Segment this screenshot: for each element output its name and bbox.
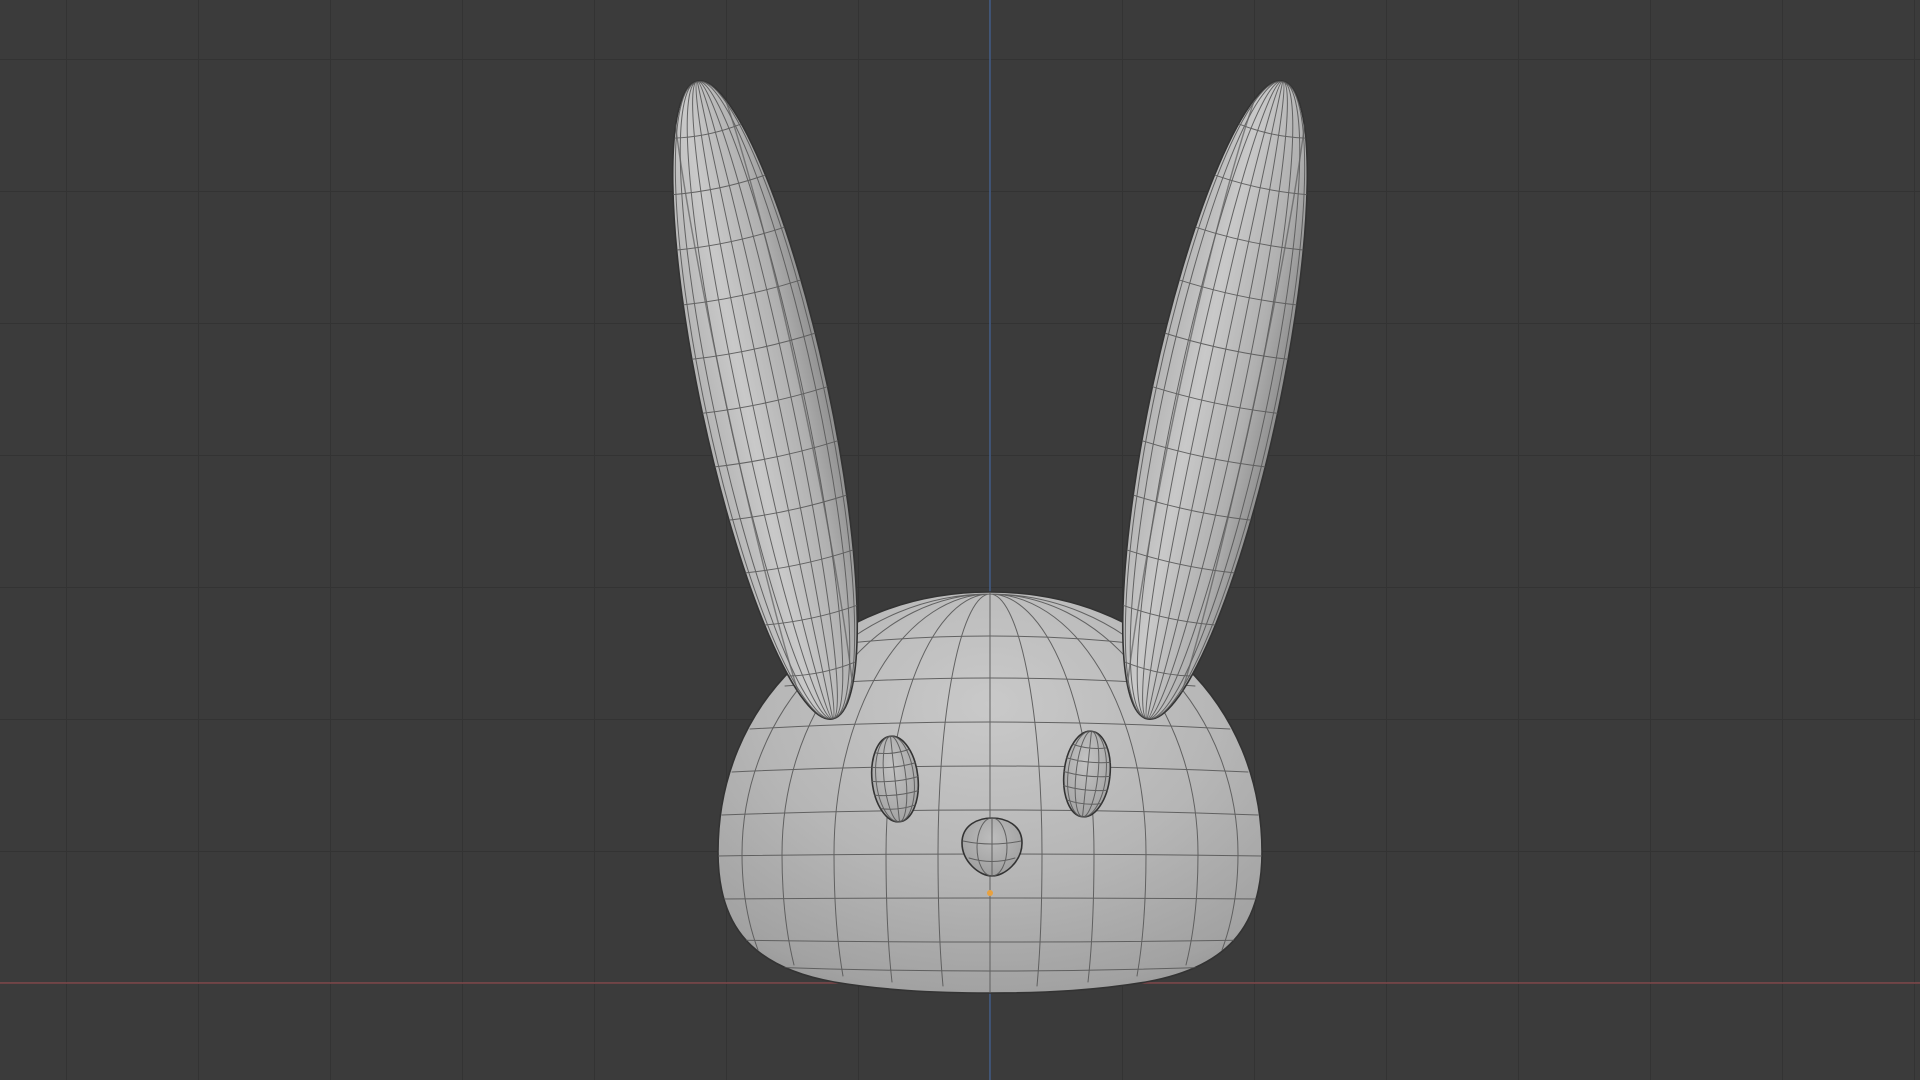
origin-point[interactable]: [987, 890, 993, 896]
viewport-canvas[interactable]: [0, 0, 1920, 1080]
viewport-3d[interactable]: [0, 0, 1920, 1080]
